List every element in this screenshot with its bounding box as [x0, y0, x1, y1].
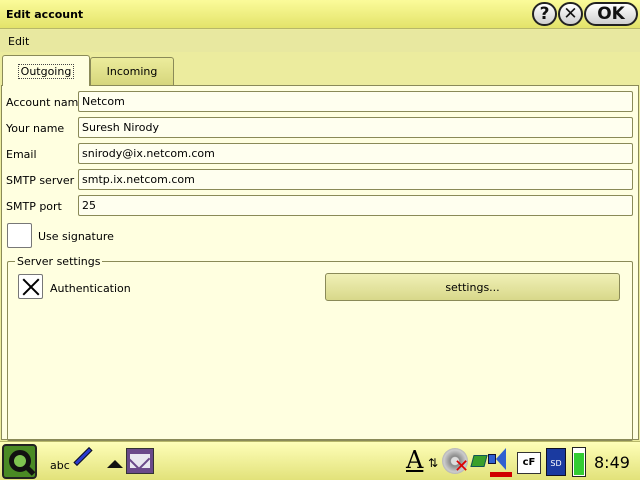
- close-button[interactable]: ✕: [558, 2, 583, 26]
- volume-icon[interactable]: [488, 448, 512, 470]
- smtp-server-label: SMTP server: [6, 174, 75, 187]
- pencil-icon[interactable]: [73, 446, 93, 467]
- input-menu-arrow-icon[interactable]: [107, 460, 123, 468]
- cd-disabled-icon: ✕: [454, 456, 470, 477]
- title-bar: Edit account ? ✕ OK: [0, 0, 640, 29]
- mail-app-icon[interactable]: [126, 448, 154, 474]
- menu-edit[interactable]: Edit: [8, 35, 29, 48]
- authentication-checkbox[interactable]: [18, 274, 43, 299]
- settings-button[interactable]: settings...: [325, 273, 620, 301]
- clock[interactable]: 8:49: [594, 453, 630, 472]
- window-title: Edit account: [6, 8, 84, 21]
- cf-card-icon[interactable]: cF: [517, 452, 541, 474]
- your-name-field[interactable]: Suresh Nirody: [78, 117, 633, 138]
- launcher-q-icon[interactable]: [2, 444, 37, 479]
- use-signature-checkbox[interactable]: [7, 223, 32, 248]
- smtp-port-label: SMTP port: [6, 200, 62, 213]
- authentication-label: Authentication: [50, 282, 131, 295]
- smtp-port-field[interactable]: 25: [78, 195, 633, 216]
- battery-icon[interactable]: [572, 447, 586, 477]
- font-tray-icon[interactable]: A: [406, 446, 423, 474]
- server-settings-legend: Server settings: [15, 255, 103, 268]
- use-signature-label: Use signature: [38, 230, 114, 243]
- tab-incoming-label: Incoming: [106, 65, 158, 78]
- tab-outgoing-label: Outgoing: [17, 64, 75, 79]
- menu-bar: Edit: [0, 30, 640, 52]
- help-button[interactable]: ?: [532, 2, 557, 26]
- input-method-label[interactable]: abc: [50, 459, 70, 472]
- smtp-server-field[interactable]: smtp.ix.netcom.com: [78, 169, 633, 190]
- account-name-field[interactable]: Netcom: [78, 91, 633, 112]
- your-name-label: Your name: [6, 122, 65, 135]
- volume-level-bar: [490, 472, 512, 477]
- email-field[interactable]: snirody@ix.netcom.com: [78, 143, 633, 164]
- ok-button[interactable]: OK: [584, 2, 638, 26]
- network-icon[interactable]: [470, 455, 488, 467]
- taskbar: abc A ⇅ ✕ cF SD 8:49: [0, 441, 640, 480]
- sd-card-icon[interactable]: SD: [546, 448, 566, 476]
- email-label: Email: [6, 148, 37, 161]
- account-name-label: Account name: [6, 96, 86, 109]
- tab-incoming[interactable]: Incoming: [90, 57, 174, 85]
- network-arrows-icon[interactable]: ⇅: [428, 456, 438, 470]
- tab-outgoing[interactable]: Outgoing: [2, 55, 90, 86]
